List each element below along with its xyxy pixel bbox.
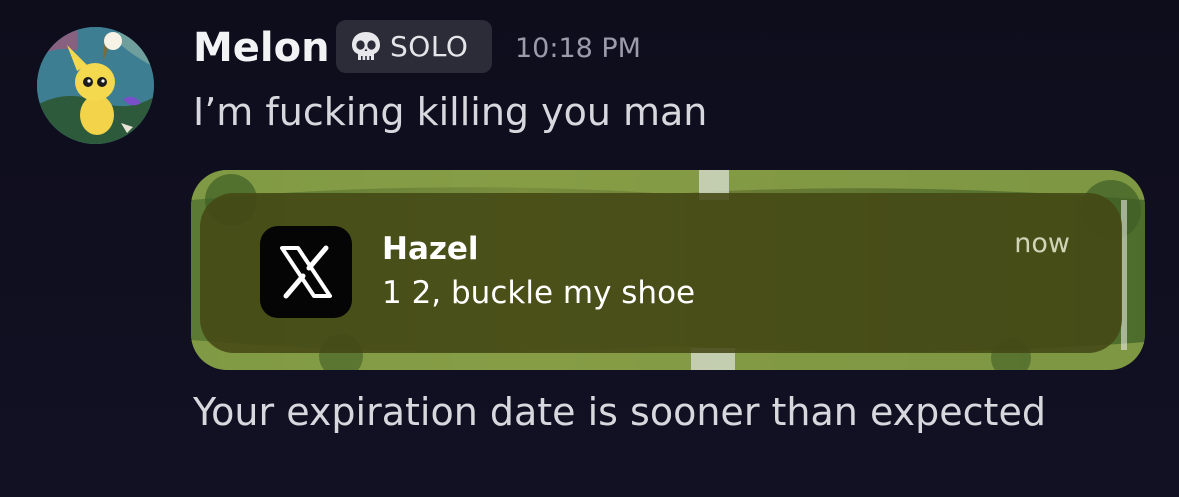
guild-tag-label: SOLO — [390, 30, 469, 63]
chat-message: Melon SOLO 10:18 PM I’m fucking killing … — [0, 0, 1179, 497]
message-text-line-1: I’m fucking killing you man — [193, 90, 708, 134]
message-text-line-2: Your expiration date is sooner than expe… — [193, 390, 1046, 434]
notification-body: 1 2, buckle my shoe — [382, 275, 696, 311]
notification-time: now — [1014, 228, 1070, 259]
guild-tag-badge[interactable]: SOLO — [336, 20, 492, 73]
author-name[interactable]: Melon — [193, 22, 330, 74]
message-timestamp: 10:18 PM — [515, 33, 641, 64]
notification-card: Hazel 1 2, buckle my shoe now — [200, 193, 1122, 353]
avatar[interactable] — [37, 27, 154, 144]
x-logo-icon — [260, 226, 352, 318]
notification-title: Hazel — [382, 231, 479, 267]
skull-icon — [352, 31, 380, 60]
yellow-pikmin-avatar — [37, 27, 154, 144]
